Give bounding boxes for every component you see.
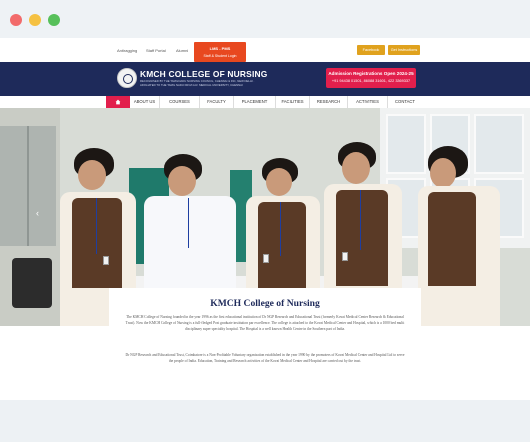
nav-research[interactable]: RESEARCH: [310, 96, 348, 108]
slider-prev-arrow-icon[interactable]: ‹: [36, 208, 39, 218]
admission-banner[interactable]: Admission Registrations Open 2024-25 +91…: [326, 68, 416, 88]
window-titlebar: [0, 0, 530, 38]
staff-portal-link[interactable]: Staff Portal: [146, 48, 166, 53]
nav-about-us[interactable]: ABOUT US: [130, 96, 160, 108]
close-window-button[interactable]: [10, 14, 22, 26]
webpage: Antiragging Staff Portal Alumni LMS - PM…: [0, 38, 530, 442]
antiragging-link[interactable]: Antiragging: [117, 48, 137, 53]
hero-cabinet: [0, 126, 56, 246]
lms-sublabel: Staff & Student Login: [203, 54, 237, 58]
college-name[interactable]: KMCH COLLEGE OF NURSING: [140, 69, 267, 79]
about-title: KMCH College of Nursing: [210, 298, 320, 309]
admission-phones: +91 94438 01501, 86088 31601, 422 336933…: [331, 79, 411, 83]
nav-placement[interactable]: PLACEMENT: [234, 96, 276, 108]
page-bottom-band: [0, 400, 530, 442]
facebook-button[interactable]: Facebook: [357, 45, 385, 55]
nav-facilities[interactable]: FACILITIES: [276, 96, 310, 108]
hero-chair: [12, 258, 52, 308]
about-paragraph-1: The KMCH College of Nursing founded in t…: [125, 315, 405, 331]
about-card: KMCH College of Nursing The KMCH College…: [109, 288, 421, 398]
main-nav: ABOUT US COURSES FACULTY PLACEMENT FACIL…: [0, 96, 530, 108]
alumni-link[interactable]: Alumni: [176, 48, 188, 53]
maximize-window-button[interactable]: [48, 14, 60, 26]
lms-login-button[interactable]: LMS - PMS Staff & Student Login: [194, 42, 246, 62]
lms-label: LMS - PMS: [209, 46, 231, 51]
nav-courses[interactable]: COURSES: [160, 96, 200, 108]
college-crest-icon[interactable]: [117, 68, 137, 88]
nav-home[interactable]: [106, 96, 130, 108]
admission-title: Admission Registrations Open 2024-25: [328, 71, 414, 76]
site-header: KMCH COLLEGE OF NURSING RECOGNISED BY TH…: [0, 62, 530, 96]
home-icon: [115, 99, 121, 105]
nav-faculty[interactable]: FACULTY: [200, 96, 234, 108]
college-affiliation: RECOGNISED BY THE TAMILNADU NURSING COUN…: [140, 79, 255, 87]
nav-contact[interactable]: CONTACT: [388, 96, 422, 108]
top-links-bar: Antiragging Staff Portal Alumni LMS - PM…: [0, 38, 530, 62]
get-instructions-button[interactable]: Get Instructions: [388, 45, 420, 55]
nav-activities[interactable]: ACTIVITIES: [348, 96, 388, 108]
minimize-window-button[interactable]: [29, 14, 41, 26]
about-paragraph-2: Dr NGP Research and Educational Trust, C…: [125, 353, 405, 363]
